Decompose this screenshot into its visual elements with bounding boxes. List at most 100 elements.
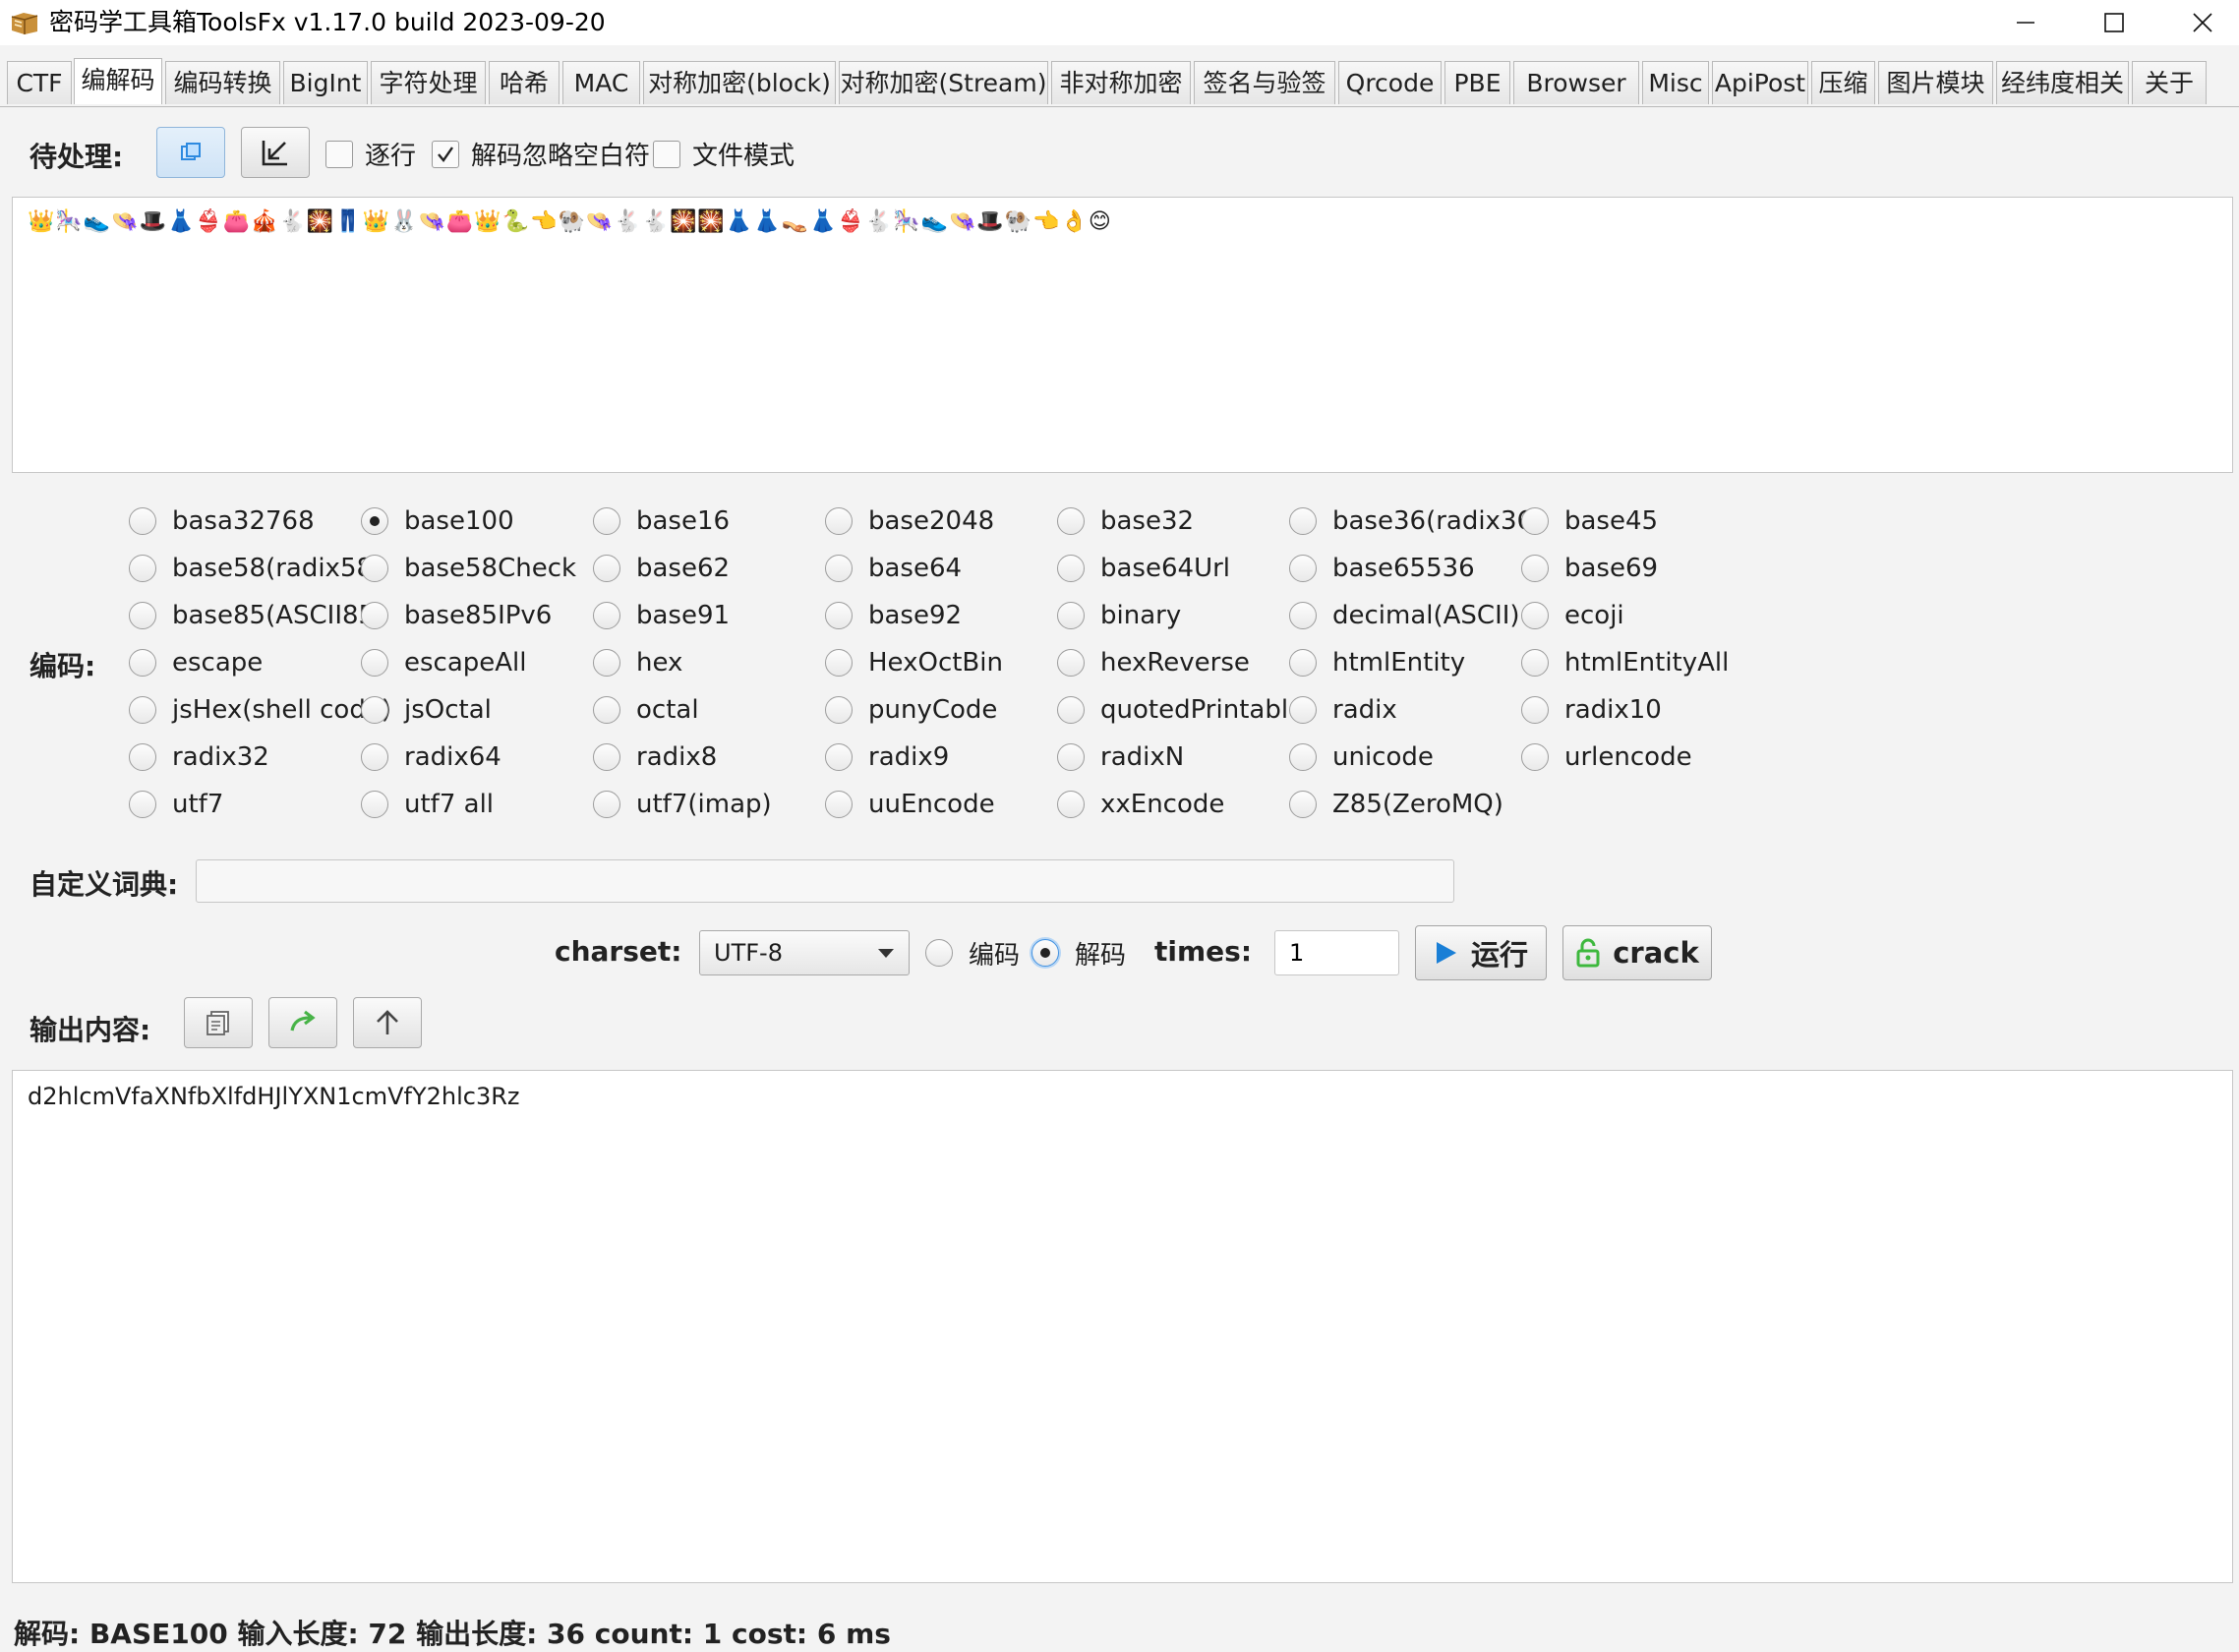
encoding-radio-base62[interactable]: base62 (593, 551, 730, 586)
radio-indicator[interactable] (129, 507, 156, 535)
radio-indicator[interactable] (361, 791, 388, 818)
radio-indicator[interactable] (1521, 555, 1549, 582)
encoding-radio-base58-radix58-[interactable]: base58(radix58) (129, 551, 383, 586)
tab-3[interactable]: BigInt (283, 61, 368, 104)
encoding-radio-base64[interactable]: base64 (825, 551, 962, 586)
ignore-whitespace-checkbox[interactable]: 解码忽略空白符 (432, 136, 650, 172)
checkbox-box[interactable] (653, 140, 680, 168)
encoding-radio-hex[interactable]: hex (593, 645, 682, 680)
import-button[interactable] (241, 127, 310, 178)
radio-indicator[interactable] (1521, 696, 1549, 724)
tab-7[interactable]: 对称加密(block) (643, 61, 836, 104)
radio-indicator[interactable] (1057, 696, 1085, 724)
radio-indicator[interactable] (1057, 743, 1085, 771)
encoding-radio-z85-zeromq-[interactable]: Z85(ZeroMQ) (1289, 787, 1503, 822)
encoding-radio-radix8[interactable]: radix8 (593, 739, 717, 775)
mode-decode-radio[interactable]: 解码 (1031, 935, 1126, 971)
line-by-line-checkbox[interactable]: 逐行 (325, 136, 416, 172)
radio-indicator[interactable] (1057, 602, 1085, 629)
radio-indicator[interactable] (129, 791, 156, 818)
tab-6[interactable]: MAC (562, 61, 640, 104)
radio-indicator[interactable] (825, 696, 853, 724)
tab-13[interactable]: Browser (1513, 61, 1639, 104)
encoding-radio-binary[interactable]: binary (1057, 598, 1181, 633)
radio-indicator[interactable] (593, 743, 620, 771)
radio-indicator[interactable] (1521, 743, 1549, 771)
radio-indicator[interactable] (825, 602, 853, 629)
radio-indicator[interactable] (1057, 555, 1085, 582)
radio-indicator[interactable] (1521, 602, 1549, 629)
radio-indicator[interactable] (129, 696, 156, 724)
radio-indicator[interactable] (1289, 507, 1317, 535)
copy-output-button[interactable] (184, 997, 253, 1048)
radio-indicator[interactable] (361, 743, 388, 771)
encoding-radio-decimal-ascii-[interactable]: decimal(ASCII) (1289, 598, 1520, 633)
encoding-radio-base85-ascii85-[interactable]: base85(ASCII85) (129, 598, 384, 633)
radio-indicator[interactable] (1289, 696, 1317, 724)
encoding-radio-hexoctbin[interactable]: HexOctBin (825, 645, 1003, 680)
radio-indicator[interactable] (1289, 649, 1317, 677)
radio-indicator[interactable] (1057, 649, 1085, 677)
radio-indicator[interactable] (361, 696, 388, 724)
radio-indicator[interactable] (129, 555, 156, 582)
encoding-radio-htmlentityall[interactable]: htmlEntityAll (1521, 645, 1729, 680)
encoding-radio-base58check[interactable]: base58Check (361, 551, 576, 586)
encoding-radio-htmlentity[interactable]: htmlEntity (1289, 645, 1465, 680)
encoding-radio-base2048[interactable]: base2048 (825, 503, 994, 539)
encoding-radio-quotedprintable[interactable]: quotedPrintable (1057, 692, 1304, 728)
radio-indicator[interactable] (1289, 743, 1317, 771)
radio-indicator[interactable] (825, 649, 853, 677)
radio-indicator[interactable] (1289, 791, 1317, 818)
radio-indicator[interactable] (361, 649, 388, 677)
radio-indicator[interactable] (593, 602, 620, 629)
encoding-radio-basa32768[interactable]: basa32768 (129, 503, 315, 539)
encoding-radio-base92[interactable]: base92 (825, 598, 962, 633)
encoding-radio-base45[interactable]: base45 (1521, 503, 1658, 539)
encoding-radio-radixn[interactable]: radixN (1057, 739, 1184, 775)
checkbox-box[interactable] (432, 140, 459, 168)
tab-8[interactable]: 对称加密(Stream) (839, 61, 1048, 104)
encoding-radio-unicode[interactable]: unicode (1289, 739, 1434, 775)
output-textarea[interactable]: d2hlcmVfaXNfbXlfdHJlYXN1cmVfY2hlc3Rz (12, 1070, 2233, 1583)
radio-indicator[interactable] (1057, 791, 1085, 818)
tab-9[interactable]: 非对称加密 (1051, 61, 1191, 104)
radio-indicator[interactable] (1521, 649, 1549, 677)
close-button[interactable] (2158, 0, 2239, 45)
radio-indicator[interactable] (1031, 939, 1059, 967)
charset-select[interactable]: UTF-8 (699, 930, 910, 975)
encoding-radio-punycode[interactable]: punyCode (825, 692, 997, 728)
maximize-button[interactable] (2070, 0, 2158, 45)
radio-indicator[interactable] (593, 791, 620, 818)
run-button[interactable]: 运行 (1415, 925, 1547, 980)
radio-indicator[interactable] (593, 555, 620, 582)
move-up-button[interactable] (353, 997, 422, 1048)
tab-18[interactable]: 经纬度相关 (1996, 61, 2129, 104)
encoding-radio-base85ipv6[interactable]: base85IPv6 (361, 598, 552, 633)
encoding-radio-radix32[interactable]: radix32 (129, 739, 269, 775)
radio-indicator[interactable] (593, 696, 620, 724)
encoding-radio-jsoctal[interactable]: jsOctal (361, 692, 492, 728)
tab-5[interactable]: 哈希 (489, 61, 560, 104)
encoding-radio-radix9[interactable]: radix9 (825, 739, 949, 775)
encoding-radio-radix[interactable]: radix (1289, 692, 1397, 728)
encoding-radio-utf7[interactable]: utf7 (129, 787, 223, 822)
radio-indicator[interactable] (361, 555, 388, 582)
encoding-radio-base16[interactable]: base16 (593, 503, 730, 539)
tab-16[interactable]: 压缩 (1811, 61, 1875, 104)
encoding-radio-uuencode[interactable]: uuEncode (825, 787, 995, 822)
encoding-radio-base91[interactable]: base91 (593, 598, 730, 633)
radio-indicator[interactable] (825, 507, 853, 535)
encoding-radio-utf7-imap-[interactable]: utf7(imap) (593, 787, 772, 822)
radio-indicator[interactable] (361, 507, 388, 535)
encoding-radio-ecoji[interactable]: ecoji (1521, 598, 1624, 633)
encoding-radio-hexreverse[interactable]: hexReverse (1057, 645, 1250, 680)
encoding-radio-base32[interactable]: base32 (1057, 503, 1194, 539)
radio-indicator[interactable] (129, 602, 156, 629)
encoding-radio-octal[interactable]: octal (593, 692, 699, 728)
radio-indicator[interactable] (593, 649, 620, 677)
tab-12[interactable]: PBE (1444, 61, 1510, 104)
radio-indicator[interactable] (925, 939, 953, 967)
tab-0[interactable]: CTF (7, 61, 72, 104)
tab-14[interactable]: Misc (1642, 61, 1709, 104)
times-input[interactable] (1274, 930, 1399, 975)
